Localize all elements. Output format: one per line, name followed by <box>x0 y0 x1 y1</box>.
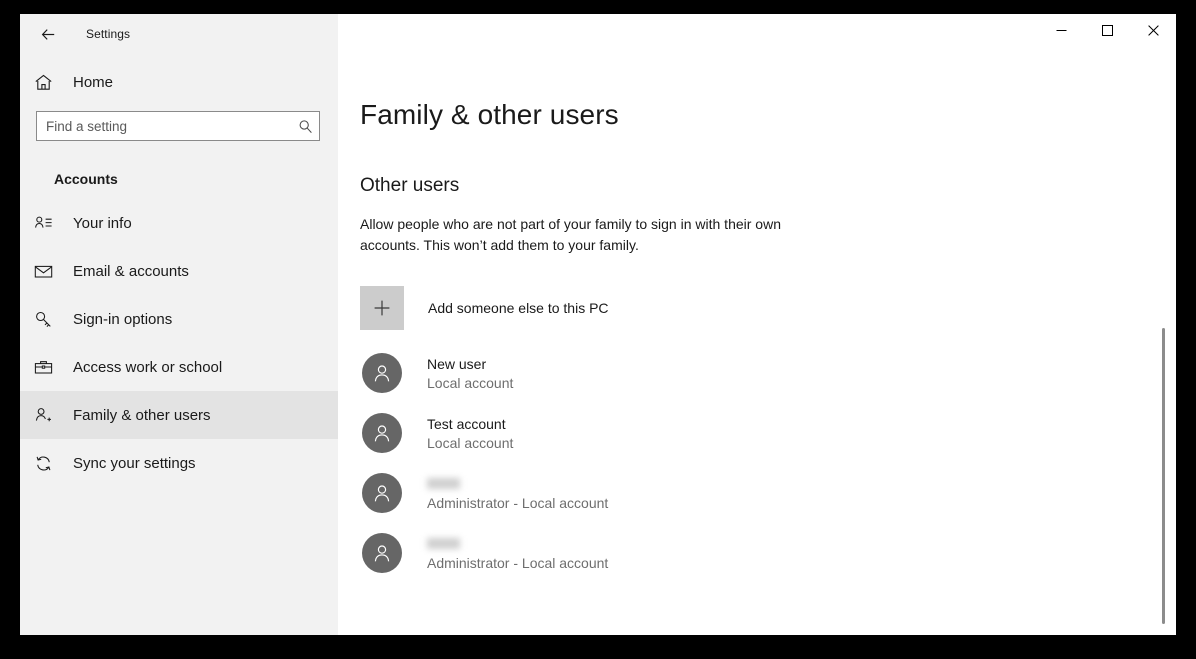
window-title: Settings <box>86 27 131 41</box>
other-users-heading: Other users <box>360 175 460 196</box>
content-pane: Family & other users Other users Allow p… <box>338 54 1176 635</box>
sidebar-nav-list: Your info Email & accounts Sign-in optio… <box>20 199 338 487</box>
key-icon <box>34 310 64 329</box>
user-account-type: Administrator - Local account <box>427 495 609 511</box>
sidebar-item-label: Family & other users <box>73 406 211 424</box>
user-list-item[interactable]: Administrator - Local account <box>360 531 830 575</box>
title-bar-drag-region <box>338 14 1038 54</box>
user-info-icon <box>34 214 64 233</box>
scrollbar-thumb[interactable] <box>1162 328 1165 624</box>
content-inner: Family & other users Other users Allow p… <box>338 54 1176 575</box>
user-account-type: Local account <box>427 374 514 391</box>
search-input[interactable] <box>37 112 291 140</box>
sidebar-item-label: Your info <box>73 214 132 232</box>
sidebar-item-email-accounts[interactable]: Email & accounts <box>20 247 338 295</box>
avatar <box>362 353 402 393</box>
avatar <box>362 413 402 453</box>
sidebar: Home Accounts <box>20 54 338 635</box>
sidebar-item-home[interactable]: Home <box>20 62 338 102</box>
user-text: Administrator - Local account <box>427 536 608 570</box>
search-box[interactable] <box>36 111 320 141</box>
user-text: Administrator - Local account <box>427 476 608 510</box>
user-list-item[interactable]: New user Local account <box>360 351 830 395</box>
page-title: Family & other users <box>360 99 619 130</box>
sync-icon <box>34 454 64 473</box>
sidebar-item-label: Access work or school <box>73 358 223 376</box>
search-icon[interactable] <box>291 112 319 140</box>
user-list-item[interactable]: Test account Local account <box>360 411 830 455</box>
close-button[interactable] <box>1130 14 1176 46</box>
user-name-redacted <box>427 538 460 549</box>
home-icon <box>34 73 64 92</box>
add-user-label: Add someone else to this PC <box>428 300 609 316</box>
user-name: New user <box>427 355 487 372</box>
add-user-button[interactable]: Add someone else to this PC <box>360 286 830 330</box>
avatar <box>362 533 402 573</box>
window-body: Home Accounts <box>20 54 1176 635</box>
sidebar-item-sync-your-settings[interactable]: Sync your settings <box>20 439 338 487</box>
other-users-description: Allow people who are not part of your fa… <box>360 216 781 253</box>
sidebar-section-title: Accounts <box>54 171 118 187</box>
title-bar-left: Settings <box>20 14 338 54</box>
sidebar-item-sign-in-options[interactable]: Sign-in options <box>20 295 338 343</box>
plus-icon <box>360 286 404 330</box>
content-scrollbar[interactable] <box>1158 54 1170 635</box>
sidebar-item-label: Sync your settings <box>73 454 196 472</box>
user-account-type: Administrator - Local account <box>427 555 609 571</box>
back-button[interactable] <box>26 18 70 50</box>
briefcase-icon <box>34 358 64 377</box>
user-text: New user Local account <box>427 357 513 390</box>
user-list-item[interactable]: Administrator - Local account <box>360 471 830 515</box>
sidebar-item-access-work-or-school[interactable]: Access work or school <box>20 343 338 391</box>
minimize-button[interactable] <box>1038 14 1084 46</box>
user-account-type: Local account <box>427 434 514 451</box>
person-add-icon <box>34 406 64 425</box>
settings-window: Settings Home Find a setting Accounts Yo… <box>20 14 1176 635</box>
user-name-redacted <box>427 478 460 489</box>
user-text: Test account Local account <box>427 417 513 450</box>
maximize-button[interactable] <box>1084 14 1130 46</box>
avatar <box>362 473 402 513</box>
user-name: Test account <box>427 415 506 432</box>
sidebar-item-label: Email & accounts <box>73 262 189 280</box>
sidebar-item-label: Home <box>73 73 114 91</box>
window-controls <box>1038 14 1176 54</box>
envelope-icon <box>34 262 64 281</box>
sidebar-item-label: Sign-in options <box>73 310 173 328</box>
sidebar-item-family-other-users[interactable]: Family & other users <box>20 391 338 439</box>
title-bar: Settings <box>20 14 1176 54</box>
sidebar-item-your-info[interactable]: Your info <box>20 199 338 247</box>
